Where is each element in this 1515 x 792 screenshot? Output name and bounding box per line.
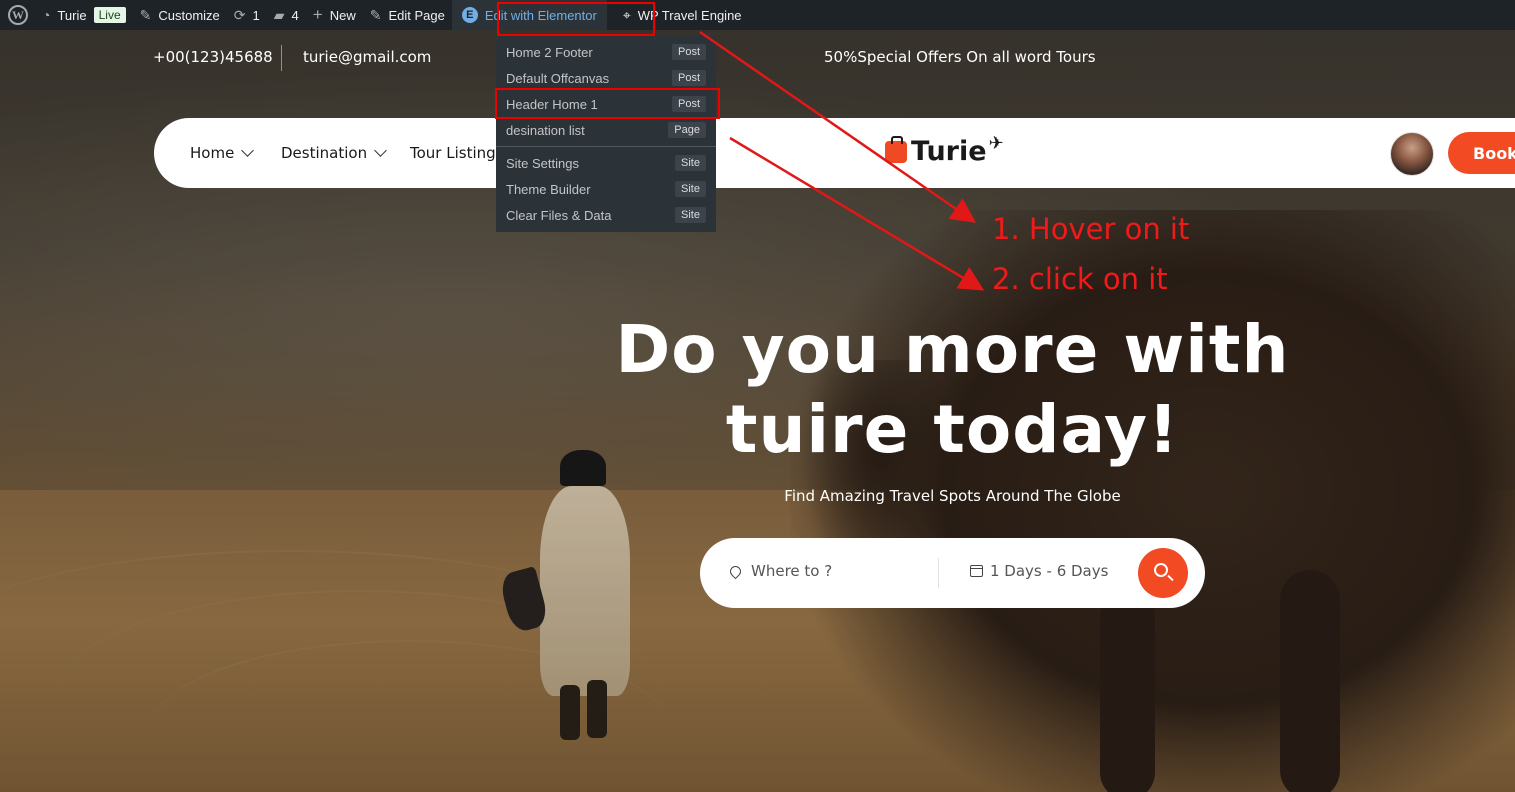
annotation-step2: 2. click on it (992, 262, 1168, 296)
arrow-step1 (699, 30, 977, 223)
arrow-step2 (729, 136, 985, 291)
annotation-arrows (699, 30, 985, 291)
annotation-step1: 1. Hover on it (992, 212, 1190, 246)
